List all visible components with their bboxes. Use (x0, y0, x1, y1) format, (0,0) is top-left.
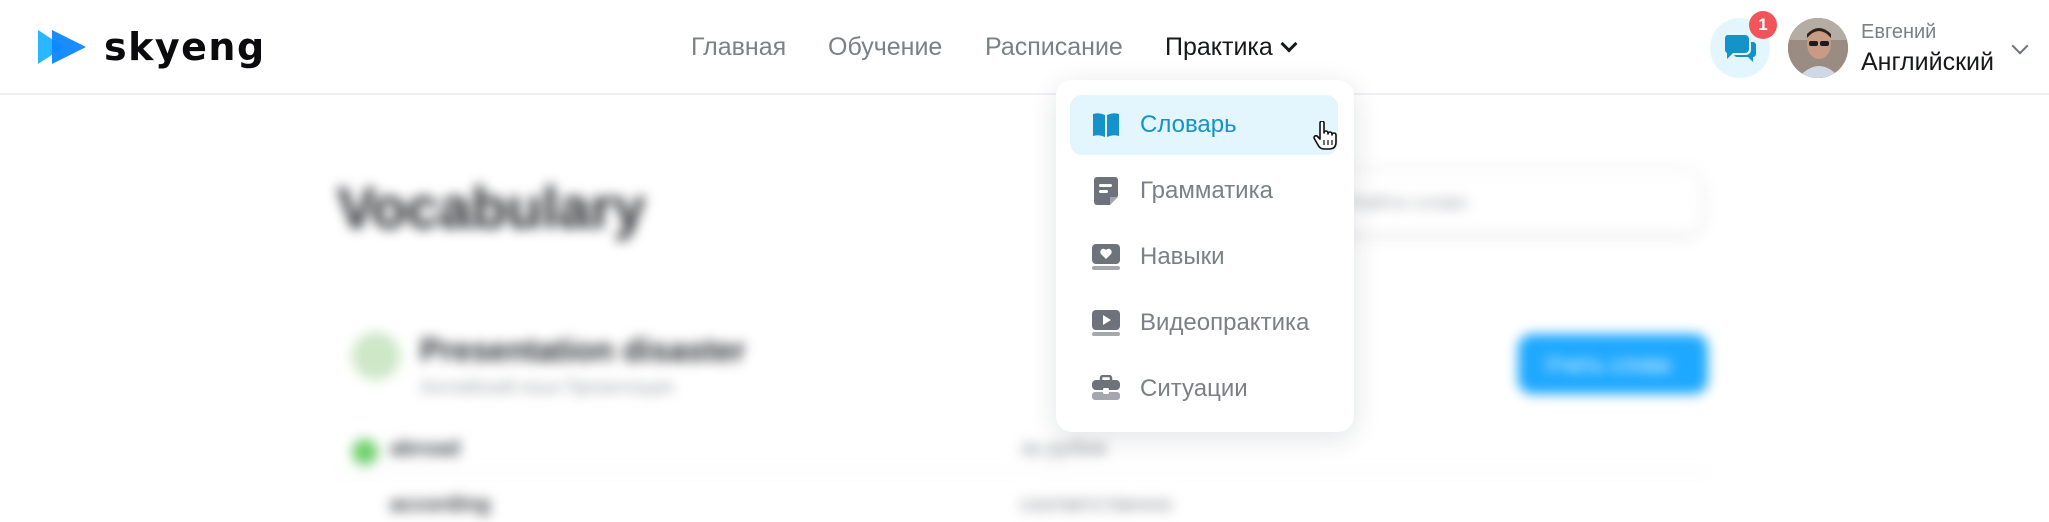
menu-item-label: Грамматика (1140, 177, 1273, 204)
heart-screen-icon (1090, 241, 1122, 273)
practice-dropdown-menu: Словарь Грамматика Навыки Видеопрактика … (1056, 80, 1354, 432)
menu-item-label: Видеопрактика (1140, 309, 1310, 336)
menu-item-label: Словарь (1140, 111, 1237, 138)
nav-item-practice-label: Практика (1165, 33, 1273, 61)
user-first-name: Евгений (1861, 21, 1937, 43)
divider (337, 472, 1707, 474)
chat-bubbles-icon (1724, 35, 1756, 62)
chevron-down-icon[interactable] (2011, 37, 2029, 55)
nav-item-practice[interactable]: Практика (1165, 33, 1298, 62)
learn-words-button-label: Учить слова (1545, 352, 1671, 377)
page-title: Vocabulary (337, 176, 646, 241)
background-page: Vocabulary Найти слово Presentation disa… (0, 97, 2049, 522)
notification-badge: 1 (1749, 11, 1777, 39)
word-row-translation: соответственно (1020, 493, 1173, 516)
menu-item-label: Навыки (1140, 243, 1225, 270)
search-placeholder: Найти слово (1350, 192, 1468, 214)
menu-item-situations[interactable]: Ситуации (1070, 359, 1338, 419)
avatar[interactable] (1788, 18, 1848, 78)
hand-cursor-icon (1313, 120, 1337, 156)
menu-item-label: Ситуации (1140, 375, 1248, 402)
nav-item-learning[interactable]: Обучение (828, 33, 942, 62)
nav-item-schedule[interactable]: Расписание (985, 33, 1123, 62)
chevron-down-icon (1280, 35, 1298, 53)
suitcase-icon (1090, 373, 1122, 405)
status-dot-icon (352, 439, 378, 465)
word-row-term: according (390, 493, 491, 516)
card-icon (352, 332, 400, 380)
menu-item-grammar[interactable]: Грамматика (1070, 161, 1338, 221)
menu-item-video-practice[interactable]: Видеопрактика (1070, 293, 1338, 353)
card-title: Presentation disaster (420, 332, 746, 368)
brand-name: skyeng (104, 25, 266, 69)
play-screen-icon (1090, 307, 1122, 339)
menu-item-skills[interactable]: Навыки (1070, 227, 1338, 287)
user-course: Английский (1861, 48, 1994, 76)
menu-item-vocabulary[interactable]: Словарь (1070, 95, 1338, 155)
book-icon (1090, 109, 1122, 141)
word-row-translation: за рубеж (1020, 437, 1107, 460)
nav-item-home[interactable]: Главная (691, 33, 786, 62)
document-icon (1090, 175, 1122, 207)
top-header: skyeng Главная Обучение Расписание Практ… (0, 0, 2049, 95)
card-subtitle: Английский язык Презентация (420, 377, 674, 397)
play-triangles-icon (38, 26, 90, 68)
word-row-term: abroad (390, 437, 461, 460)
skyeng-logo[interactable]: skyeng (38, 25, 266, 69)
